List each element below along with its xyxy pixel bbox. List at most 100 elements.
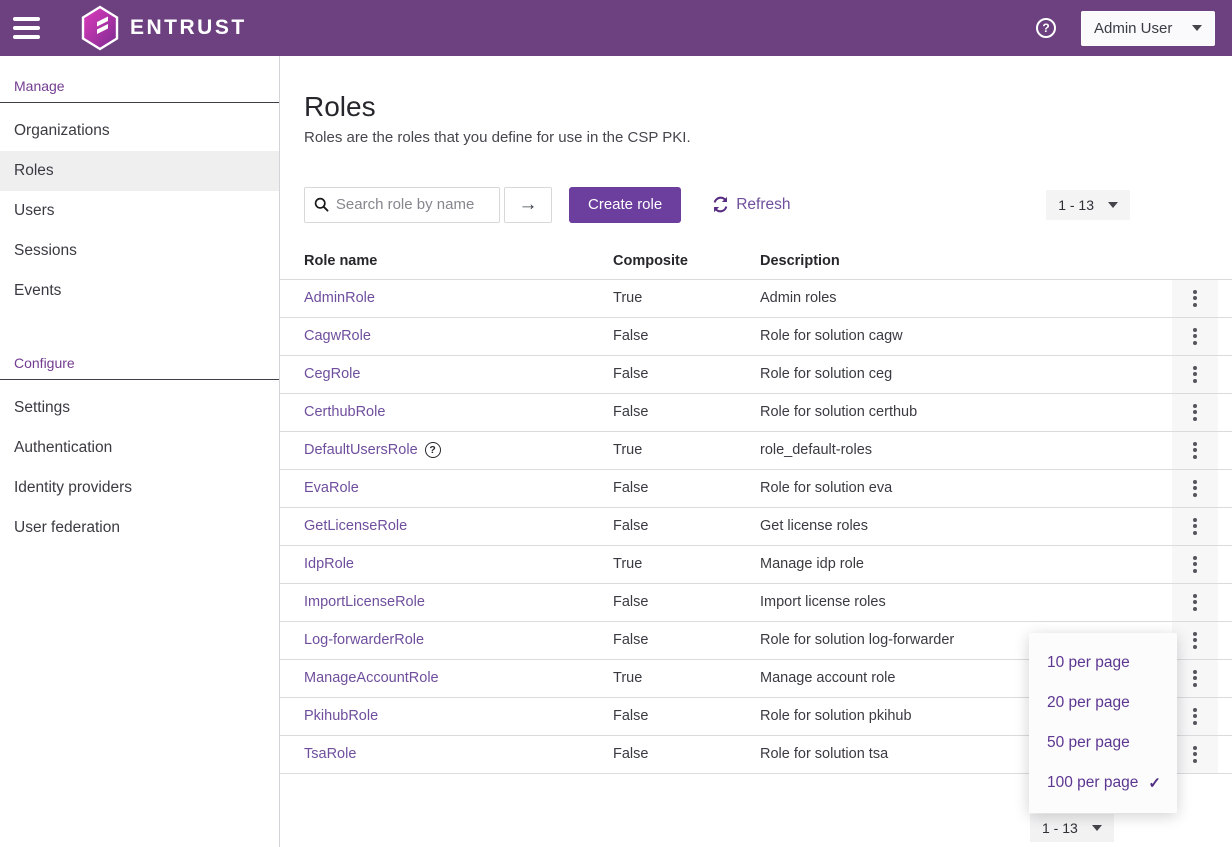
page-subtitle: Roles are the roles that you define for … [304,129,1208,146]
toolbar: → Create role Refresh 1 - 13 [304,187,1232,223]
brand-name: ENTRUST [130,16,247,40]
table-row: IdpRole TrueManage idp role [280,546,1232,584]
composite-value: True [613,442,760,458]
actions-cell [1172,432,1232,469]
composite-value: False [613,480,760,496]
sidebar-section-label: Configure [14,355,279,371]
chevron-down-icon [1192,25,1202,31]
sidebar-item-organizations[interactable]: Organizations [0,111,279,151]
per-page-menu: 10 per page 20 per page 50 per page 100 per… [1029,633,1177,813]
composite-value: False [613,632,760,648]
actions-cell [1172,698,1232,735]
composite-value: False [613,746,760,762]
column-header-description: Description [760,253,1172,269]
row-actions-kebab-button[interactable] [1172,508,1218,545]
row-actions-kebab-button[interactable] [1172,356,1218,393]
row-actions-kebab-button[interactable] [1172,546,1218,583]
user-menu-label: Admin User [1094,20,1172,37]
role-link-certhubrole[interactable]: CerthubRole [304,404,385,420]
menu-item-100-per-page[interactable]: 100 per page ✓ [1029,763,1177,803]
row-actions-kebab-button[interactable] [1172,736,1218,773]
description-value: Admin roles [760,290,1172,306]
user-menu-dropdown[interactable]: Admin User [1081,11,1215,46]
menu-item-20-per-page[interactable]: 20 per page [1029,683,1177,723]
menu-item-50-per-page[interactable]: 50 per page [1029,723,1177,763]
sidebar: Manage OrganizationsRolesUsersSessionsEve… [0,56,280,847]
role-link-cegrole[interactable]: CegRole [304,366,360,382]
hamburger-menu-icon[interactable] [13,17,40,39]
row-actions-kebab-button[interactable] [1172,394,1218,431]
row-actions-kebab-button[interactable] [1172,698,1218,735]
composite-value: True [613,290,760,306]
sidebar-item-sessions[interactable]: Sessions [0,231,279,271]
composite-value: False [613,594,760,610]
page-title: Roles [304,92,1208,123]
composite-value: False [613,708,760,724]
row-actions-kebab-button[interactable] [1172,432,1218,469]
entrust-logo: ENTRUST [80,5,247,51]
pagination-range-dropdown-bottom[interactable]: 1 - 13 [1030,814,1114,842]
role-link-log-forwarderrole[interactable]: Log-forwarderRole [304,632,424,648]
sidebar-item-authentication[interactable]: Authentication [0,428,279,468]
check-icon: ✓ [1148,774,1161,792]
role-link-tsarole[interactable]: TsaRole [304,746,356,762]
chevron-down-icon [1092,825,1102,831]
pagination-range-label: 1 - 13 [1042,820,1078,836]
actions-cell [1172,622,1232,659]
sidebar-item-users[interactable]: Users [0,191,279,231]
role-help-icon[interactable]: ? [425,442,441,458]
search-box [304,187,500,223]
column-header-actions [1172,244,1232,279]
table-header-row: Role name Composite Description [280,244,1232,280]
row-actions-kebab-button[interactable] [1172,470,1218,507]
sidebar-section-label: Manage [14,78,279,94]
help-icon[interactable]: ? [1036,18,1056,38]
role-link-importlicenserole[interactable]: ImportLicenseRole [304,594,425,610]
menu-item-label: 20 per page [1047,694,1130,712]
table-row: CagwRoleFalseRole for solution cagw [280,318,1232,356]
sidebar-item-user-federation[interactable]: User federation [0,508,279,548]
description-value: Role for solution eva [760,480,1172,496]
role-link-idprole[interactable]: IdpRole [304,556,354,572]
search-submit-button[interactable]: → [504,187,552,223]
refresh-icon [712,196,729,213]
row-actions-kebab-button[interactable] [1172,660,1218,697]
chevron-down-icon [1108,202,1118,208]
menu-item-label: 50 per page [1047,734,1130,752]
table-row: CerthubRoleFalseRole for solution certhu… [280,394,1232,432]
role-link-manageaccountrole[interactable]: ManageAccountRole [304,670,439,686]
row-actions-kebab-button[interactable] [1172,318,1218,355]
row-actions-kebab-button[interactable] [1172,584,1218,621]
actions-cell [1172,394,1232,431]
create-role-button[interactable]: Create role [569,187,681,223]
role-link-cagwrole[interactable]: CagwRole [304,328,371,344]
sidebar-item-roles[interactable]: Roles [0,151,279,191]
sidebar-item-settings[interactable]: Settings [0,388,279,428]
description-value: Manage idp role [760,556,1172,572]
entrust-hexagon-icon [80,5,120,51]
role-link-adminrole[interactable]: AdminRole [304,290,375,306]
refresh-link[interactable]: Refresh [712,196,790,214]
role-link-defaultusersrole[interactable]: DefaultUsersRole [304,442,418,458]
row-actions-kebab-button[interactable] [1172,622,1218,659]
actions-cell [1172,508,1232,545]
actions-cell [1172,736,1232,773]
actions-cell [1172,546,1232,583]
composite-value: True [613,556,760,572]
menu-item-10-per-page[interactable]: 10 per page [1029,643,1177,683]
menu-item-label: 100 per page [1047,774,1138,792]
role-link-getlicenserole[interactable]: GetLicenseRole [304,518,407,534]
actions-cell [1172,660,1232,697]
pagination-range-dropdown-top[interactable]: 1 - 13 [1046,190,1130,220]
search-input[interactable] [336,196,490,213]
refresh-label: Refresh [736,196,790,214]
row-actions-kebab-button[interactable] [1172,280,1218,317]
sidebar-item-events[interactable]: Events [0,271,279,311]
actions-cell [1172,356,1232,393]
column-header-composite: Composite [613,253,760,269]
search-icon [314,196,329,213]
role-link-evarole[interactable]: EvaRole [304,480,359,496]
sidebar-item-identity-providers[interactable]: Identity providers [0,468,279,508]
role-link-pkihubrole[interactable]: PkihubRole [304,708,378,724]
table-row: GetLicenseRoleFalseGet license roles [280,508,1232,546]
